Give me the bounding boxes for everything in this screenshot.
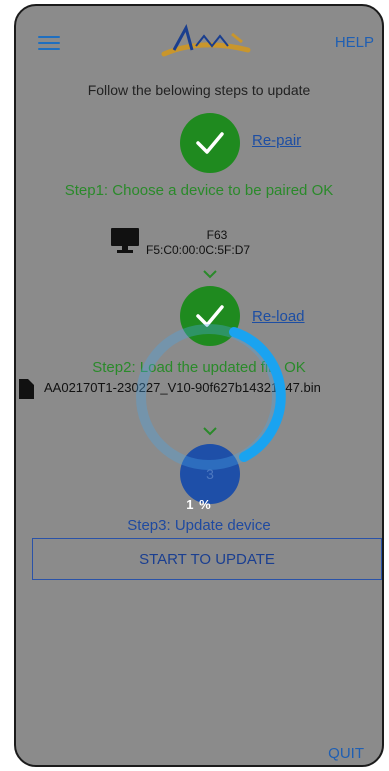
checkmark-icon xyxy=(196,132,224,154)
monitor-icon xyxy=(111,228,139,253)
re-pair-link[interactable]: Re-pair xyxy=(252,132,301,149)
phone-screen: HELP Follow the belowing steps to update… xyxy=(14,4,384,767)
device-address: F5:C0:00:0C:5F:D7 xyxy=(146,243,251,257)
step1-status-text: Step1: Choose a device to be paired OK xyxy=(64,182,334,199)
help-button[interactable]: HELP xyxy=(335,34,374,51)
device-name: F63 xyxy=(206,228,228,242)
brand-logo xyxy=(161,24,251,57)
file-icon xyxy=(19,379,34,399)
start-update-button[interactable]: START TO UPDATE xyxy=(32,538,382,580)
progress-percent: 1 % xyxy=(186,497,212,512)
chevron-down-icon xyxy=(203,270,217,279)
top-bar: HELP xyxy=(16,6,382,76)
loading-spinner xyxy=(136,324,286,470)
quit-button[interactable]: QUIT xyxy=(328,745,364,762)
hamburger-menu-icon[interactable] xyxy=(38,36,60,50)
step1-status-circle xyxy=(180,113,240,173)
instruction-text: Follow the belowing steps to update xyxy=(87,82,311,98)
step3-status-text: Step3: Update device xyxy=(127,517,271,534)
